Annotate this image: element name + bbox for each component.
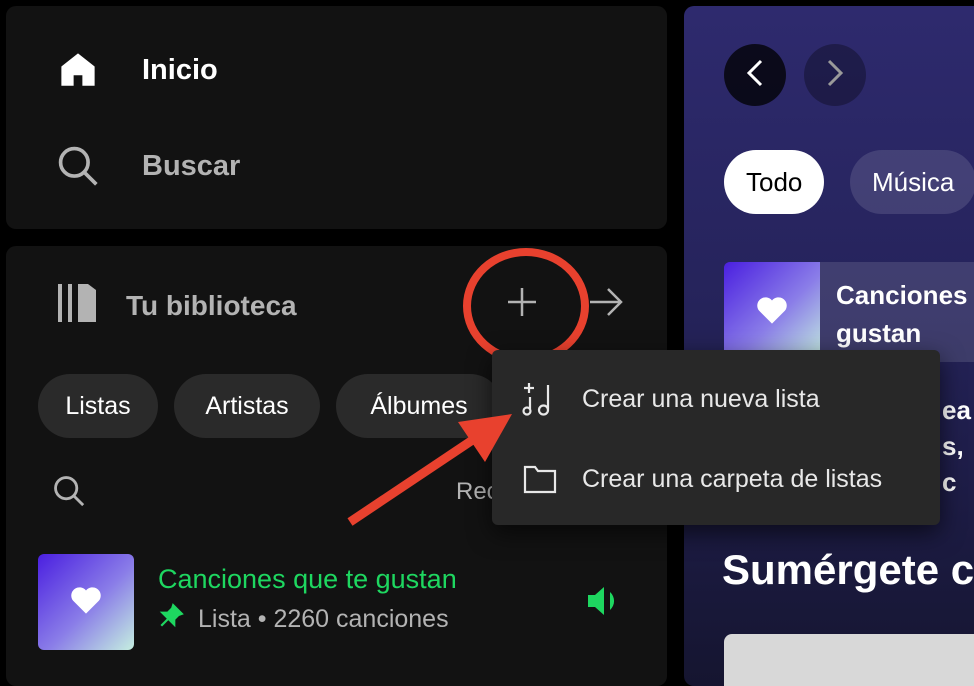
annotation-circle [463, 248, 589, 364]
second-card-line2: s, c [942, 431, 964, 497]
folder-icon [520, 464, 560, 494]
liked-songs-subtitle: Lista • 2260 canciones [158, 603, 457, 636]
search-icon [56, 144, 100, 188]
filter-chip-listas[interactable]: Listas [38, 374, 158, 438]
annotation-arrow [347, 414, 512, 526]
heart-icon [755, 295, 789, 330]
card-cover [724, 262, 820, 362]
liked-songs-text: Canciones que te gustan Lista • 2260 can… [158, 554, 457, 650]
main-panel: Todo Música Canciones gustan ea s, c Sum… [684, 6, 974, 686]
menu-item-label: Crear una nueva lista [582, 384, 820, 413]
chevron-right-icon [824, 58, 846, 93]
filter-chip-musica[interactable]: Música [850, 150, 974, 214]
nav-search-label: Buscar [142, 149, 241, 182]
second-card-text: ea s, c [942, 392, 974, 500]
library-search-button[interactable] [52, 474, 86, 513]
expand-library-button[interactable] [584, 282, 628, 326]
section-card[interactable] [724, 634, 974, 686]
create-menu: Crear una nueva lista Crear una carpeta … [492, 350, 940, 525]
filter-chip-todo[interactable]: Todo [724, 150, 825, 214]
section-title: Sumérgete c [722, 546, 974, 593]
card-title-line1: Canciones [836, 280, 968, 310]
nav-home-label: Inicio [142, 53, 218, 86]
arrow-right-icon [588, 285, 624, 324]
search-icon [52, 476, 86, 512]
nav-panel: Inicio Buscar [6, 6, 667, 229]
menu-item-label: Crear una carpeta de listas [582, 464, 883, 493]
liked-songs-title: Canciones que te gustan [158, 564, 457, 594]
back-button[interactable] [724, 44, 786, 106]
pin-icon [158, 603, 184, 636]
home-icon [56, 48, 100, 92]
nav-search[interactable]: Buscar [6, 144, 240, 188]
music-note-plus-icon [520, 381, 560, 417]
library-icon [56, 282, 100, 329]
nav-home[interactable]: Inicio [6, 48, 218, 92]
menu-item-new-playlist[interactable]: Crear una nueva lista [492, 374, 940, 424]
second-card-line1: ea [942, 395, 971, 425]
library-title: Tu biblioteca [126, 289, 297, 321]
library-header[interactable]: Tu biblioteca [56, 282, 297, 329]
filter-chip-artistas[interactable]: Artistas [174, 374, 320, 438]
chevron-left-icon [744, 58, 766, 93]
menu-item-new-folder[interactable]: Crear una carpeta de listas [492, 454, 940, 504]
library-item-liked-songs[interactable]: Canciones que te gustan Lista • 2260 can… [38, 554, 457, 650]
shortcut-card-liked-songs[interactable]: Canciones gustan [724, 262, 974, 362]
card-title-line2: gustan [836, 318, 922, 348]
liked-songs-cover [38, 554, 134, 650]
now-playing-speaker-icon [586, 584, 622, 623]
liked-songs-meta: Lista • 2260 canciones [198, 605, 449, 633]
forward-button[interactable] [804, 44, 866, 106]
heart-icon [69, 585, 103, 620]
